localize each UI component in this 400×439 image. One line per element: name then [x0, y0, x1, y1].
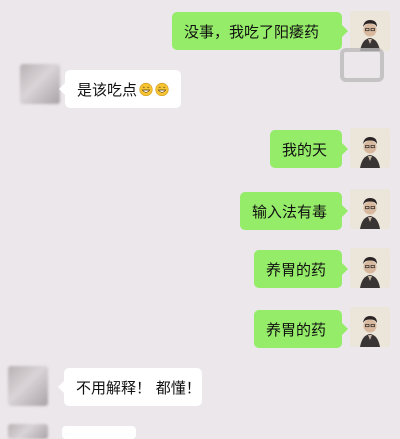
message-bubble-outgoing[interactable]: 养胃的药: [254, 310, 348, 348]
message-text: 我的天: [282, 140, 328, 159]
avatar-self[interactable]: [350, 189, 390, 229]
avatar-self[interactable]: [350, 128, 390, 168]
message-bubble-outgoing[interactable]: 输入法有毒: [240, 192, 348, 230]
message-text: 是该吃点: [77, 80, 138, 99]
avatar-self[interactable]: [350, 11, 390, 51]
watermark-frame: [340, 48, 384, 82]
message-text: 输入法有毒: [252, 202, 328, 221]
message-bubble-outgoing[interactable]: 没事，我吃了阳痿药: [172, 12, 348, 50]
message-bubble-incoming[interactable]: 不用解释！ 都懂！: [58, 368, 202, 406]
message-bubble-outgoing[interactable]: 我的天: [270, 130, 348, 168]
grin-icon: [139, 82, 153, 96]
message-bubble-outgoing[interactable]: 养胃的药: [254, 250, 348, 288]
avatar-self[interactable]: [350, 307, 390, 347]
message-text: 没事，我吃了阳痿药: [184, 22, 320, 41]
avatar-peer[interactable]: [8, 366, 48, 406]
chat-window: 没事，我吃了阳痿药 是该吃点 我的天 输入法有毒 养胃的药 养胃的药 不用解释！…: [0, 0, 400, 439]
message-text: 养胃的药: [266, 320, 327, 339]
message-text: 不用解释！ 都懂！: [76, 378, 201, 397]
message-text: 养胃的药: [266, 260, 327, 279]
message-bubble-incoming[interactable]: 是该吃点: [59, 70, 181, 108]
avatar-peer[interactable]: [20, 64, 60, 104]
message-bubble-partial: [62, 426, 136, 439]
avatar-peer[interactable]: [8, 424, 48, 439]
grin-icon: [155, 82, 169, 96]
avatar-self[interactable]: [350, 248, 390, 288]
